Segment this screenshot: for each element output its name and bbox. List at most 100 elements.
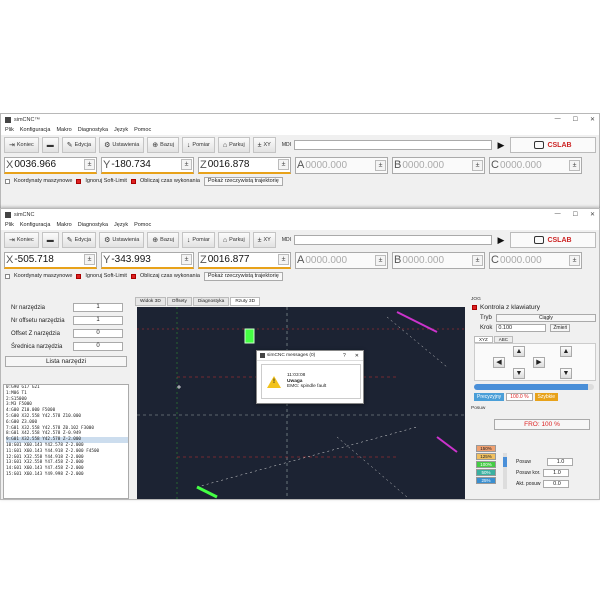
menu-language[interactable]: Język bbox=[114, 127, 128, 133]
axis-label: Y bbox=[103, 253, 111, 266]
exit-button[interactable]: ⇥ Koniec bbox=[4, 137, 39, 153]
park-button[interactable]: ⌂ Parkuj bbox=[217, 232, 250, 248]
dialog-close-button[interactable]: ✕ bbox=[355, 353, 359, 359]
fro-150-button[interactable]: 150% bbox=[476, 445, 496, 452]
mdi-input[interactable] bbox=[294, 235, 492, 245]
fro-25-button[interactable]: 25% bbox=[476, 477, 496, 484]
fro-slider[interactable] bbox=[503, 453, 507, 489]
tool-list-button[interactable]: Lista narzędzi bbox=[5, 356, 127, 367]
app-icon bbox=[260, 353, 265, 358]
mdi-run-button[interactable]: ▶ bbox=[495, 235, 507, 246]
menu-help[interactable]: Pomoc bbox=[134, 127, 151, 133]
menu-config[interactable]: Konfiguracja bbox=[20, 222, 51, 228]
fro-125-button[interactable]: 125% bbox=[476, 453, 496, 460]
menu-config[interactable]: Konfiguracja bbox=[20, 127, 51, 133]
close-button[interactable]: ✕ bbox=[590, 116, 595, 123]
menu-macro[interactable]: Makro bbox=[56, 127, 71, 133]
toolbar: ⇥ Koniec ▬ ✎ Edycja ⚙ Ustawienia ⊕ Bazuj ↓ Po… bbox=[1, 135, 599, 155]
fro-slider-handle[interactable] bbox=[503, 457, 507, 467]
machine-coords-checkbox[interactable] bbox=[5, 178, 10, 184]
zero-axis-button[interactable]: ± bbox=[375, 254, 386, 266]
calc-time-checkbox[interactable] bbox=[130, 273, 136, 279]
show-trajectory-button[interactable]: Pokaż rzeczywistą trajektorię bbox=[203, 176, 283, 186]
menu-diagnostics[interactable]: Diagnostyka bbox=[78, 127, 108, 133]
machine-coords-checkbox[interactable] bbox=[5, 273, 10, 279]
gcode-listing[interactable]: 0:G90 G17 G21 1:M06 T1 2:S15000 3:M3 F50… bbox=[3, 384, 129, 499]
open-file-button[interactable]: ▬ bbox=[41, 137, 59, 153]
exit-icon: ⇥ bbox=[9, 142, 15, 149]
edit-button[interactable]: ✎ Edycja bbox=[61, 232, 97, 248]
menu-file[interactable]: Plik bbox=[5, 127, 14, 133]
close-button[interactable]: ✕ bbox=[590, 211, 595, 218]
tab-offsets[interactable]: Offsety bbox=[166, 297, 192, 306]
keyboard-control-checkbox[interactable] bbox=[472, 305, 477, 310]
jog-step-input[interactable]: 0.100 bbox=[496, 324, 547, 332]
show-trajectory-button[interactable]: Pokaż rzeczywistą trajektorię bbox=[203, 271, 283, 281]
probe-button[interactable]: ↓ Pomiar bbox=[181, 137, 215, 153]
tool-diameter-input[interactable]: 0 bbox=[73, 342, 123, 351]
maximize-button[interactable]: ☐ bbox=[573, 116, 578, 123]
zero-xy-icon: ± bbox=[257, 141, 262, 149]
fro-100-button[interactable]: 100% bbox=[476, 461, 496, 468]
tool-offset-input[interactable]: 1 bbox=[73, 316, 123, 325]
jog-y-minus-button[interactable]: ▼ bbox=[513, 368, 525, 379]
park-button[interactable]: ⌂ Parkuj bbox=[217, 137, 250, 153]
settings-button[interactable]: ⚙ Ustawienia bbox=[99, 232, 145, 248]
tool-z-offset-input[interactable]: 0 bbox=[73, 329, 123, 338]
menu-diagnostics[interactable]: Diagnostyka bbox=[78, 222, 108, 228]
jog-step-change-button[interactable]: Zmień bbox=[550, 324, 571, 332]
zero-axis-button[interactable]: ± bbox=[278, 254, 289, 265]
menu-macro[interactable]: Makro bbox=[56, 222, 71, 228]
zero-axis-button[interactable]: ± bbox=[569, 159, 580, 171]
jog-mode-select[interactable]: Ciągły bbox=[495, 314, 596, 322]
tab-diagnostics[interactable]: Diagnostyka bbox=[192, 297, 230, 306]
zero-axis-button[interactable]: ± bbox=[181, 159, 192, 170]
zero-axis-button[interactable]: ± bbox=[472, 159, 483, 171]
edit-button[interactable]: ✎ Edycja bbox=[61, 137, 97, 153]
tab-3d-projections[interactable]: Rzuty 3D bbox=[230, 297, 261, 306]
jog-y-plus-button[interactable]: ▲ bbox=[513, 346, 525, 357]
zero-axis-button[interactable]: ± bbox=[569, 254, 580, 266]
tab-3d-view[interactable]: Widok 3D bbox=[135, 297, 166, 306]
exit-button[interactable]: ⇥ Koniec bbox=[4, 232, 39, 248]
menu-language[interactable]: Język bbox=[114, 222, 128, 228]
jog-precise-button[interactable]: Precyzyjny bbox=[474, 393, 505, 401]
jog-speed-value: 100.0 % bbox=[506, 393, 533, 401]
menu-file[interactable]: Plik bbox=[5, 222, 14, 228]
zero-axis-button[interactable]: ± bbox=[84, 254, 95, 265]
tab-abc[interactable]: ABC bbox=[493, 336, 514, 343]
probe-button[interactable]: ↓ Pomiar bbox=[181, 232, 215, 248]
home-axes-button[interactable]: ⊕ Bazuj bbox=[147, 137, 179, 153]
mdi-run-button[interactable]: ▶ bbox=[495, 140, 507, 151]
zero-axis-button[interactable]: ± bbox=[181, 254, 192, 265]
tool-number-input[interactable]: 1 bbox=[73, 303, 123, 312]
jog-z-minus-button[interactable]: ▼ bbox=[560, 368, 572, 379]
ignore-softlimit-checkbox[interactable] bbox=[76, 178, 82, 184]
zero-xy-button[interactable]: ± XY bbox=[252, 137, 276, 153]
home-axes-button[interactable]: ⊕ Bazuj bbox=[147, 232, 179, 248]
jog-z-plus-button[interactable]: ▲ bbox=[560, 346, 572, 357]
jog-x-plus-button[interactable]: ▶ bbox=[533, 357, 545, 368]
zero-axis-button[interactable]: ± bbox=[84, 159, 95, 170]
settings-button[interactable]: ⚙ Ustawienia bbox=[99, 137, 145, 153]
zero-axis-button[interactable]: ± bbox=[278, 159, 289, 170]
minimize-button[interactable]: — bbox=[555, 211, 561, 218]
zero-axis-button[interactable]: ± bbox=[375, 159, 386, 171]
zero-axis-button[interactable]: ± bbox=[472, 254, 483, 266]
ignore-softlimit-checkbox[interactable] bbox=[76, 273, 82, 279]
axis-b: B 0000.000 ± bbox=[392, 251, 485, 269]
minimize-button[interactable]: — bbox=[555, 116, 561, 123]
menu-help[interactable]: Pomoc bbox=[134, 222, 151, 228]
jog-fast-button[interactable]: Szybkie bbox=[534, 393, 559, 401]
fro-50-button[interactable]: 50% bbox=[476, 469, 496, 476]
maximize-button[interactable]: ☐ bbox=[573, 211, 578, 218]
zero-xy-button[interactable]: ± XY bbox=[252, 232, 276, 248]
tab-xyz[interactable]: XYZ bbox=[474, 336, 493, 343]
calc-time-checkbox[interactable] bbox=[130, 178, 136, 184]
open-file-button[interactable]: ▬ bbox=[41, 232, 59, 248]
app-icon bbox=[5, 211, 11, 218]
jog-speed-slider[interactable] bbox=[474, 384, 594, 390]
dialog-help-button[interactable]: ? bbox=[343, 353, 346, 359]
jog-x-minus-button[interactable]: ◀ bbox=[493, 357, 505, 368]
mdi-input[interactable] bbox=[294, 140, 492, 150]
